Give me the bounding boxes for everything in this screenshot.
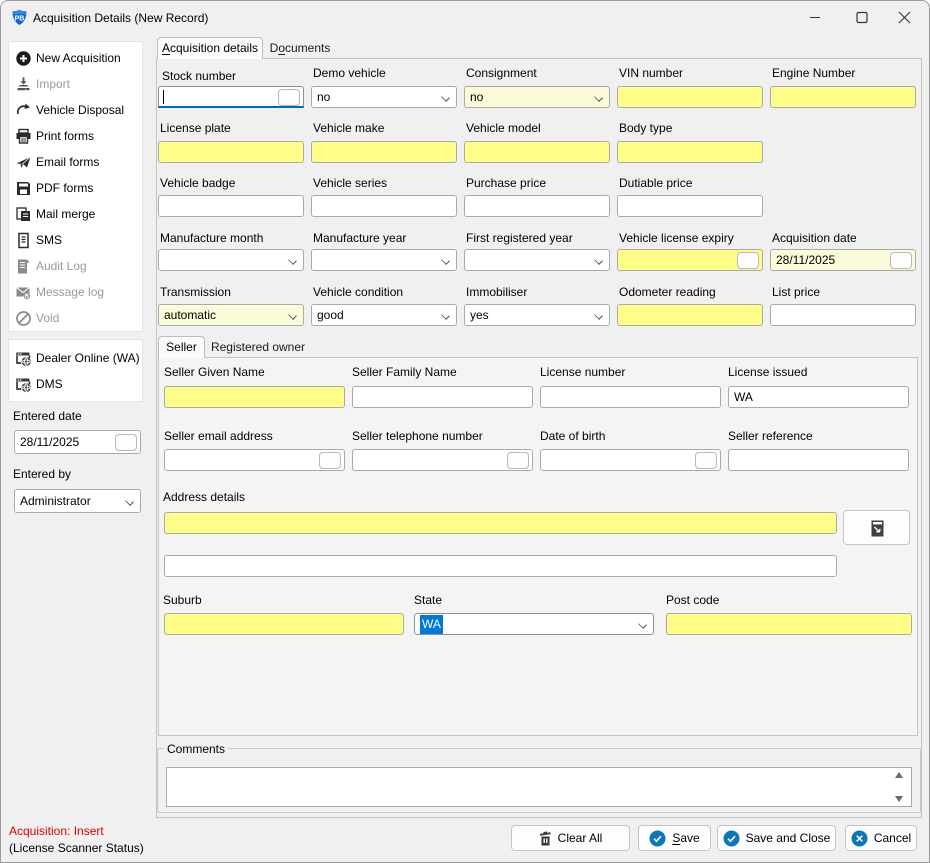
svg-text:PB: PB [15, 16, 25, 23]
